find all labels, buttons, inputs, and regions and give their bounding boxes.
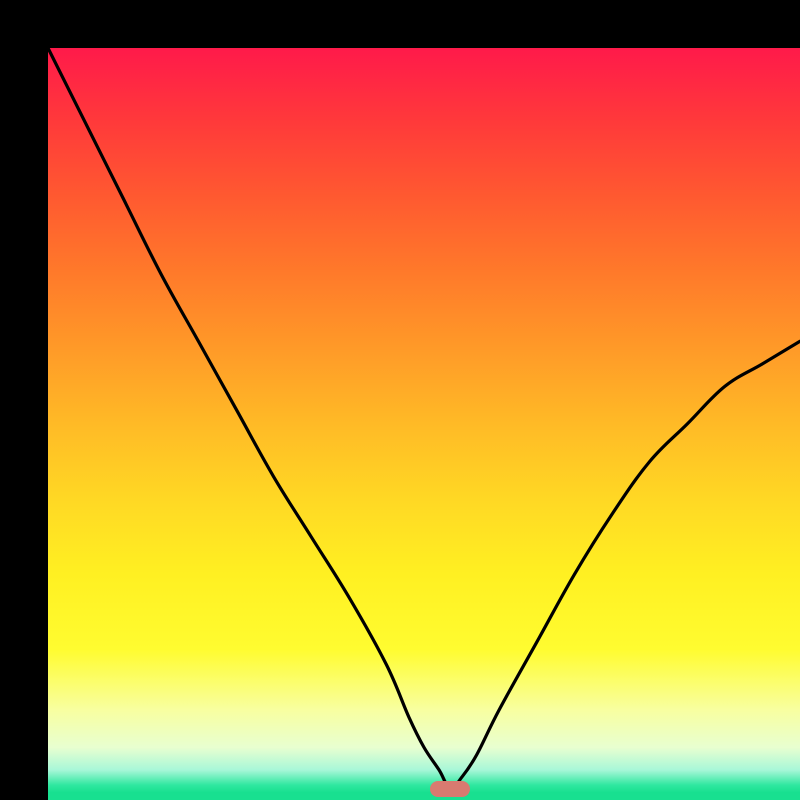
optimal-marker-icon — [430, 781, 470, 797]
bottleneck-curve — [48, 48, 800, 800]
chart-frame — [0, 0, 800, 800]
plot-area — [48, 48, 800, 800]
